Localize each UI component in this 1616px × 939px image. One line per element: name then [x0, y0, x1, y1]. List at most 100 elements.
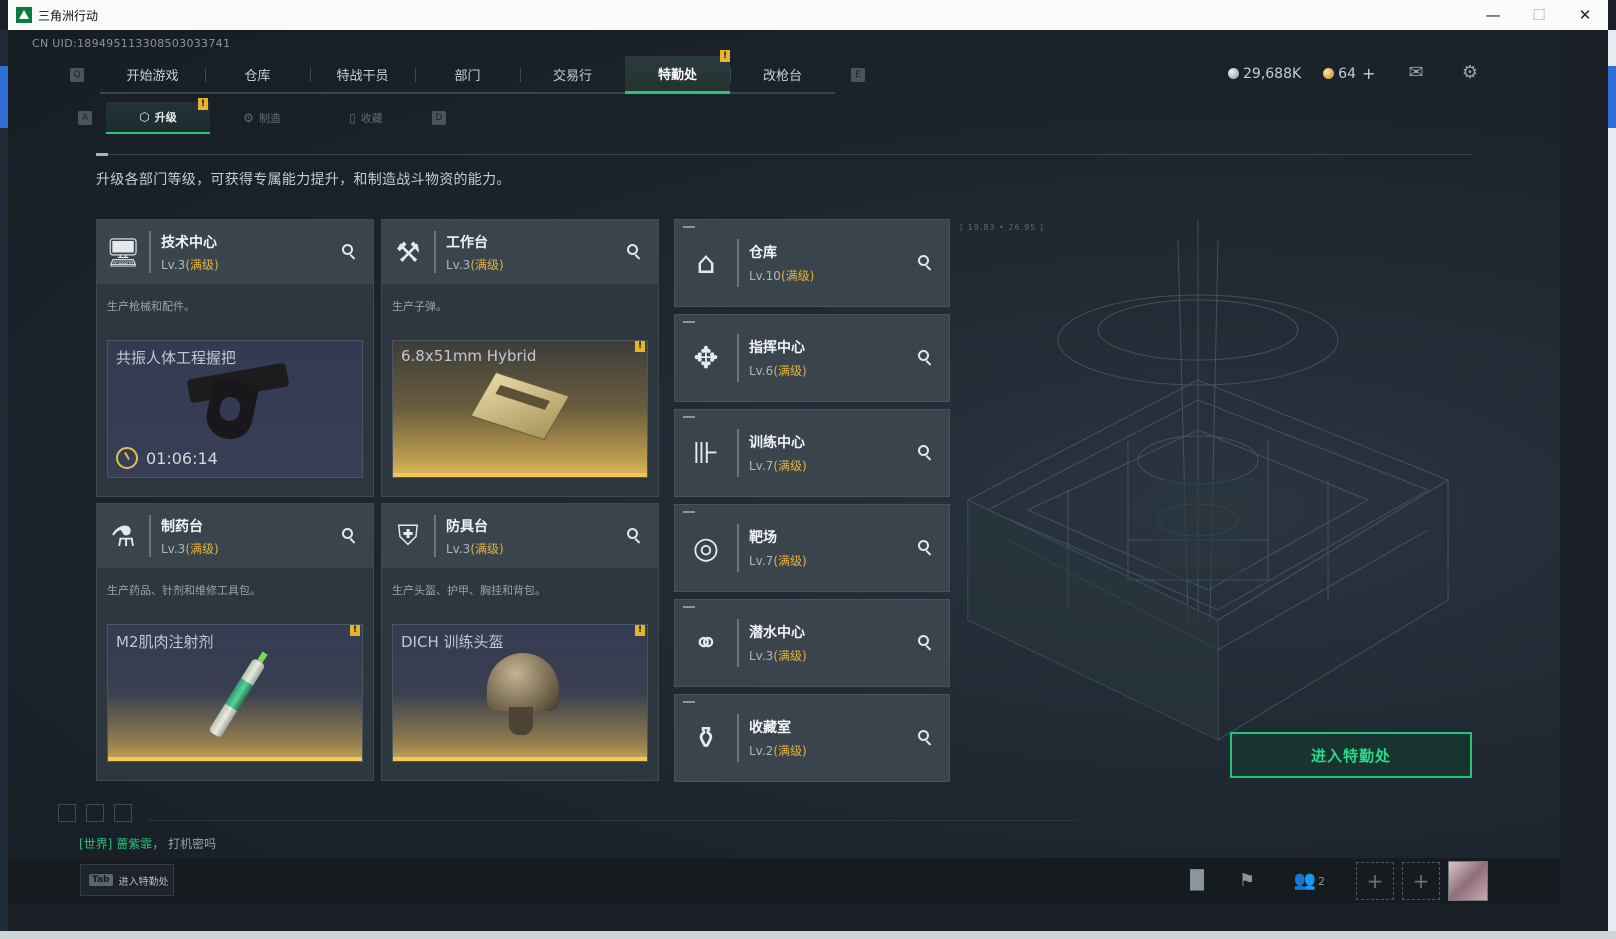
mail-icon[interactable]: ✉ [1404, 60, 1428, 84]
injector-image [208, 657, 266, 739]
product-name: DICH 训练头盔 [401, 633, 504, 651]
product-slot[interactable]: M2肌肉注射剂 ! [107, 624, 363, 762]
dept-card-workbench[interactable]: ⚒ 工作台 Lv.3(满级) 生产子弹。 6.8x51mm Hybrid ! [381, 219, 659, 497]
search-icon[interactable] [913, 536, 937, 560]
quick-slots [58, 804, 132, 822]
dept-name: 防具台 [446, 518, 488, 535]
add-squad-slot[interactable]: + [1402, 862, 1440, 900]
search-icon[interactable] [913, 726, 937, 750]
dept-card-collection-room[interactable]: ⚱ 收藏室 Lv.2(满级) [674, 694, 950, 782]
production-timer: 01:06:14 [116, 447, 218, 469]
helmet-image [487, 653, 559, 735]
search-icon[interactable] [913, 346, 937, 370]
tab-department[interactable]: 部门 [415, 56, 520, 92]
quick-slot[interactable] [58, 804, 76, 822]
max-level-tag: (满级) [185, 541, 219, 556]
dumbbell-icon: ⊪ [692, 435, 720, 471]
dept-level: Lv.2 [749, 744, 774, 758]
timer-icon [116, 447, 138, 469]
nav-prev-key[interactable]: Q [70, 68, 84, 82]
dept-level: Lv.7 [749, 459, 774, 473]
diving-mask-icon: ⚭ [693, 625, 719, 661]
dept-card-command-center[interactable]: ✥ 指挥中心 Lv.6(满级) [674, 314, 950, 402]
desktop-edge-right [1608, 30, 1616, 939]
chat-user[interactable]: 蔷紫霏 [116, 837, 152, 851]
add-squad-slot[interactable]: + [1356, 862, 1394, 900]
search-icon[interactable] [622, 524, 646, 548]
friends-count: 2 [1318, 875, 1325, 888]
search-icon[interactable] [337, 240, 361, 264]
chat-channel: [世界] [79, 837, 113, 851]
flag-icon[interactable]: ⚑ [1234, 868, 1260, 892]
dept-card-diving-center[interactable]: ⚭ 潜水中心 Lv.3(满级) [674, 599, 950, 687]
product-slot[interactable]: 6.8x51mm Hybrid ! [392, 340, 648, 478]
avatar[interactable] [1448, 861, 1488, 901]
subtab-upgrade[interactable]: ⬡ 升级 ! [106, 98, 210, 134]
app-logo-icon [16, 7, 32, 23]
currency-amount-1: 29,688K [1243, 65, 1302, 82]
chat-message[interactable]: [世界] 蔷紫霏， 打机密吗 [79, 835, 216, 852]
nav-next-key[interactable]: E [851, 68, 865, 82]
gear-icon[interactable]: ⚙ [1458, 60, 1482, 84]
dept-card-training-center[interactable]: ⊪ 训练中心 Lv.7(满级) [674, 409, 950, 497]
dept-card-armory[interactable]: ⛨ 防具台 Lv.3(满级) 生产头盔、护甲、胸挂和背包。 DICH 训练头盔 … [381, 503, 659, 781]
warehouse-icon: ⌂ [696, 245, 716, 281]
subnav-next-key[interactable]: D [432, 111, 446, 125]
tab-special-ops[interactable]: 特勤处! [625, 50, 730, 94]
minimize-button[interactable]: — [1470, 0, 1516, 30]
maximize-button[interactable]: ☐ [1516, 0, 1562, 30]
tab-gunsmith[interactable]: 改枪台 [730, 56, 835, 92]
max-level-tag: (满级) [773, 744, 807, 758]
quick-slot[interactable] [86, 804, 104, 822]
dept-card-warehouse[interactable]: ⌂ 仓库 Lv.10(满级) [674, 219, 950, 307]
game-viewport: CN UID:18949511330850303374​1 Q 开始游戏 仓库 … [8, 30, 1560, 903]
alert-badge: ! [635, 341, 645, 352]
player-uid: CN UID:18949511330850303374​1 [32, 37, 231, 50]
main-nav: Q 开始游戏 仓库 特战干员 部门 交易行 特勤处! 改枪台 E [70, 50, 865, 94]
product-name: 6.8x51mm Hybrid [401, 347, 537, 365]
subnav-prev-key[interactable]: A [78, 111, 92, 125]
currency-amount-2: 64 [1338, 65, 1356, 82]
tab-shortcut-hint[interactable]: Tab 进入特勤处 [80, 864, 174, 896]
dept-card-shooting-range[interactable]: ◎ 靶场 Lv.7(满级) [674, 504, 950, 592]
close-button[interactable]: ✕ [1562, 0, 1608, 30]
max-level-tag: (满级) [773, 649, 807, 663]
dept-name: 指挥中心 [749, 340, 805, 356]
enter-special-ops-button[interactable]: 进入特勤处 [1230, 732, 1472, 778]
dept-name: 仓库 [749, 245, 777, 261]
dept-level: Lv.3 [161, 541, 186, 556]
tab-trading[interactable]: 交易行 [520, 56, 625, 92]
divider [96, 154, 1472, 155]
dept-name: 制药台 [161, 518, 203, 535]
search-icon[interactable] [913, 631, 937, 655]
subtab-craft[interactable]: ⚙ 制造 [210, 102, 314, 134]
search-icon[interactable] [913, 441, 937, 465]
subtab-collection[interactable]: ▯ 收藏 [314, 102, 418, 134]
quick-slot[interactable] [114, 804, 132, 822]
add-currency-button[interactable]: + [1362, 64, 1375, 83]
dept-name: 靶场 [749, 530, 777, 546]
max-level-tag: (满级) [780, 269, 815, 283]
product-slot[interactable]: 共振人体工程握把 01:06:14 [107, 340, 363, 478]
tab-operators[interactable]: 特战干员 [310, 56, 415, 92]
craft-icon: ⚙ [243, 111, 254, 125]
window-titlebar: 三角洲行动 — ☐ ✕ [8, 0, 1608, 30]
tab-start-game[interactable]: 开始游戏 [100, 56, 205, 92]
tab-warehouse[interactable]: 仓库 [205, 56, 310, 92]
dept-card-pharmacy[interactable]: ⚗ 制药台 Lv.3(满级) 生产药品、针剂和维修工具包。 M2肌肉注射剂 ! [96, 503, 374, 781]
product-slot[interactable]: DICH 训练头盔 ! [392, 624, 648, 762]
dept-name: 收藏室 [749, 720, 791, 736]
dept-description: 生产枪械和配件。 [107, 300, 195, 313]
dept-description: 生产头盔、护甲、胸挂和背包。 [392, 584, 546, 597]
alert-badge: ! [635, 625, 645, 636]
dept-level: Lv.3 [446, 541, 471, 556]
page-description: 升级各部门等级，可获得专属能力提升，和制造战斗物资的能力。 [96, 172, 511, 188]
silver-coin-icon [1228, 68, 1239, 79]
search-icon[interactable] [337, 524, 361, 548]
dept-name: 训练中心 [749, 435, 805, 451]
stats-chart-icon[interactable]: ▐▌ [1183, 868, 1211, 892]
dept-card-tech-center[interactable]: 🖥 技术中心 Lv.3(满级) 生产枪械和配件。 共振人体工程握把 01:06:… [96, 219, 374, 497]
search-icon[interactable] [913, 251, 937, 275]
friends-icon[interactable]: 👥 [1292, 868, 1318, 892]
search-icon[interactable] [622, 240, 646, 264]
